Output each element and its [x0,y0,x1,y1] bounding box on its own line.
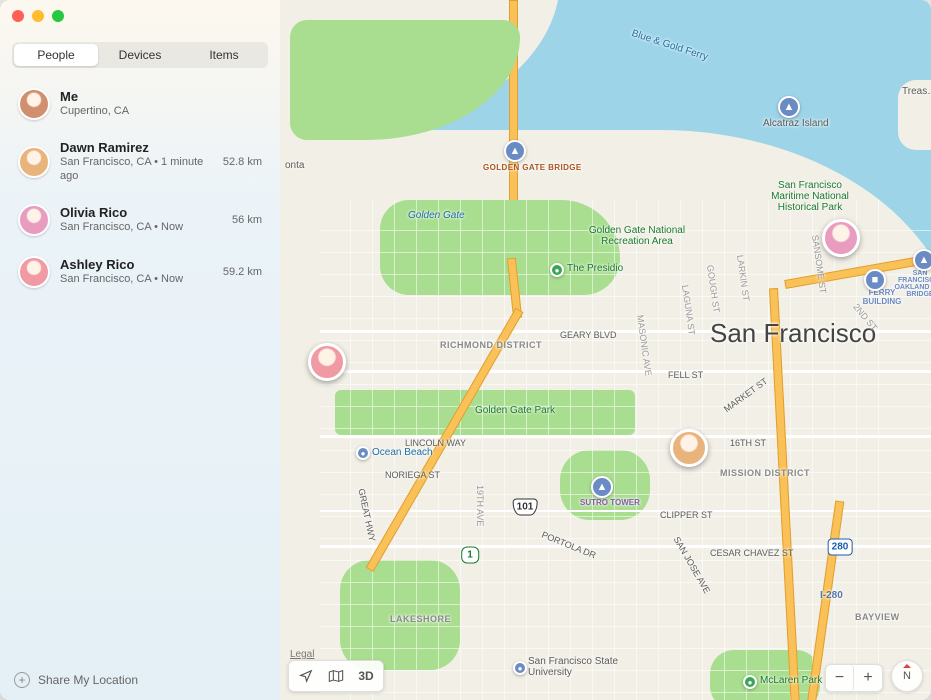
poi-ferry[interactable]: ■ [864,269,886,291]
person-row[interactable]: Olivia Rico San Francisco, CA • Now 56 k… [4,194,276,246]
poi-sutro[interactable]: ▲ [591,476,613,498]
label-16th: 16TH ST [730,438,766,448]
label-geary: GEARY BLVD [560,330,617,340]
label-mission: MISSION DISTRICT [720,468,810,478]
label-sfsu: San Francisco State University [528,656,628,678]
person-name: Me [60,89,252,104]
sidebar: People Devices Items Me Cupertino, CA Da… [0,0,280,700]
person-sub: Cupertino, CA [60,104,252,118]
minimize-window-button[interactable] [32,10,44,22]
map-toolbar: 3D [288,660,384,692]
3d-button[interactable]: 3D [353,665,379,687]
zoom-in-button[interactable]: + [854,665,882,691]
label-sutro: SUTRO TOWER [580,498,640,507]
label-cesar: CESAR CHAVEZ ST [710,548,793,558]
avatar-icon [18,256,50,288]
tab-people[interactable]: People [14,44,98,66]
poi-presidio[interactable]: ● [550,263,564,277]
label-i280: I-280 [820,590,843,601]
poi-ggbridge[interactable]: ▲ [504,140,526,162]
label-lakeshore: LAKESHORE [390,614,451,624]
label-noriega: NORIEGA ST [385,470,440,480]
map-mode-button[interactable] [323,665,349,687]
label-ggbridge: GOLDEN GATE BRIDGE [483,163,582,172]
share-my-location-button[interactable]: + Share My Location [0,662,280,700]
window-traffic-lights [12,10,64,22]
label-presidio: The Presidio [567,263,623,274]
locate-button[interactable] [293,665,319,687]
sidebar-tabs: People Devices Items [12,42,268,68]
find-my-window: People Devices Items Me Cupertino, CA Da… [0,0,931,700]
label-onta: onta [285,160,304,171]
close-window-button[interactable] [12,10,24,22]
label-bayview: BAYVIEW [855,612,900,622]
poi-alcatraz[interactable]: ▲ [778,96,800,118]
poi-sfsu[interactable]: ● [513,661,527,675]
label-clipper: CLIPPER ST [660,510,713,520]
person-sub: San Francisco, CA • Now [60,220,222,234]
map-pin-ashley[interactable] [308,343,346,381]
zoom-out-button[interactable]: − [826,665,854,691]
zoom-control: − + [825,664,883,692]
fullscreen-window-button[interactable] [52,10,64,22]
person-info: Olivia Rico San Francisco, CA • Now [60,205,222,234]
person-info: Ashley Rico San Francisco, CA • Now [60,257,213,286]
person-distance: 59.2 km [223,266,262,278]
map-pin-dawn[interactable] [670,429,708,467]
person-distance: 52.8 km [223,156,262,168]
person-info: Me Cupertino, CA [60,89,252,118]
label-ggp: Golden Gate Park [475,405,555,416]
compass-label: N [903,670,911,682]
person-row[interactable]: Dawn Ramirez San Francisco, CA • 1 minut… [4,130,276,194]
label-ggnra: Golden Gate National Recreation Area [582,225,692,247]
label-alcatraz: Alcatraz Island [763,118,823,129]
person-sub: San Francisco, CA • Now [60,272,213,286]
poi-ocean[interactable]: ● [356,446,370,460]
poi-baybridge[interactable]: ▲ [913,249,931,271]
location-arrow-icon [299,669,313,683]
person-sub: San Francisco, CA • 1 minute ago [60,155,213,184]
shield-ca1: 1 [461,547,479,564]
label-mclaren: McLaren Park [760,675,822,686]
person-info: Dawn Ramirez San Francisco, CA • 1 minut… [60,140,213,184]
person-name: Olivia Rico [60,205,222,220]
map-icon [328,669,344,683]
people-list[interactable]: Me Cupertino, CA Dawn Ramirez San Franci… [0,72,280,662]
shield-i280: 280 [828,539,853,556]
plus-icon: + [14,672,30,688]
tab-items[interactable]: Items [182,44,266,66]
share-label: Share My Location [38,673,138,687]
person-row[interactable]: Ashley Rico San Francisco, CA • Now 59.2… [4,246,276,298]
avatar-icon [18,204,50,236]
label-gg-water: Golden Gate [408,210,465,221]
poi-mclaren[interactable]: ● [743,675,757,689]
label-oceanbeach: Ocean Beach [372,447,433,458]
label-richmond: RICHMOND DISTRICT [440,340,542,350]
label-maritime: San Francisco Maritime National Historic… [760,180,860,213]
person-row[interactable]: Me Cupertino, CA [4,78,276,130]
map-view[interactable]: San Francisco Blue & Gold Ferry Alcatraz… [280,0,931,700]
person-distance: 56 km [232,214,262,226]
label-fell: FELL ST [668,370,703,380]
compass-button[interactable]: N [891,660,923,692]
person-name: Ashley Rico [60,257,213,272]
city-label: San Francisco [710,318,876,349]
avatar-icon [18,88,50,120]
tab-devices[interactable]: Devices [98,44,182,66]
person-name: Dawn Ramirez [60,140,213,155]
shield-101: 101 [513,499,538,516]
label-baybridge: SAN FRANCISCO-OAKLAND BAY BRIDGE [890,270,931,298]
map-pin-olivia[interactable] [822,219,860,257]
avatar-icon [18,146,50,178]
label-19th: 19TH AVE [475,485,485,526]
legal-link[interactable]: Legal [290,649,314,660]
label-treasure: Treas… Isla… [902,86,931,97]
